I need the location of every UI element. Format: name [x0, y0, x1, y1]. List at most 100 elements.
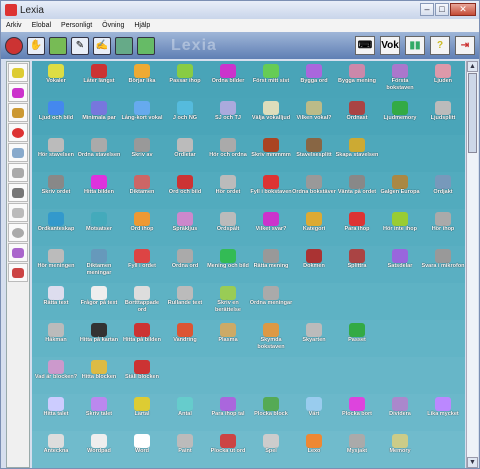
exercise-tile[interactable]: Bygga mening — [335, 64, 379, 85]
exercise-tile[interactable]: Plocka bort — [335, 397, 379, 418]
sidebar-item-matte[interactable] — [8, 243, 28, 262]
exercise-tile[interactable]: Skyarten — [292, 323, 336, 344]
exercise-tile[interactable]: Skriv talet — [77, 397, 121, 418]
exercise-tile[interactable]: Hitta på kartan — [77, 323, 121, 344]
exercise-tile[interactable]: Motsatser — [77, 212, 121, 233]
exercise-tile[interactable]: Skymda bokstaven — [249, 323, 293, 350]
exercise-tile[interactable]: Ordna stavelsen — [77, 138, 121, 159]
exercise-tile[interactable]: Vilket svar? — [249, 212, 293, 233]
exercise-tile[interactable]: Ljudsplitt — [421, 101, 465, 122]
minimize-button[interactable]: – — [420, 3, 434, 16]
chart-icon[interactable]: ▮▮ — [405, 36, 425, 55]
exercise-tile[interactable]: Skriv ordet — [34, 175, 78, 196]
sidebar-item-lasa[interactable] — [8, 143, 28, 162]
vok-icon[interactable]: Vok — [380, 36, 400, 55]
exercise-tile[interactable]: Diktamen meningar — [77, 249, 121, 276]
exercise-tile[interactable]: Svara i mikrofon — [421, 249, 465, 270]
exercise-tile[interactable]: Para ihop — [335, 212, 379, 233]
exercise-tile[interactable]: Hitta blocken — [77, 360, 121, 381]
exercise-tile[interactable]: Rätta mening — [249, 249, 293, 270]
maximize-button[interactable]: □ — [435, 3, 449, 16]
exercise-tile[interactable]: Låter längst — [77, 64, 121, 85]
exercise-tile[interactable]: Memory — [378, 434, 422, 455]
book-icon[interactable] — [115, 36, 133, 55]
sidebar-item-bok[interactable] — [8, 203, 28, 222]
exercise-tile[interactable]: Skriv en berättelse — [206, 286, 250, 313]
exercise-tile[interactable]: Minimala par — [77, 101, 121, 122]
exercise-tile[interactable]: Mysjakt — [335, 434, 379, 455]
exercise-tile[interactable]: Ordjakt — [421, 175, 465, 196]
scroll-thumb[interactable] — [468, 73, 477, 153]
exercise-tile[interactable]: Ordnast — [335, 101, 379, 122]
exercise-tile[interactable]: Välja vokalljud — [249, 101, 293, 122]
exercise-tile[interactable]: Ord och bild — [163, 175, 207, 196]
exercise-tile[interactable]: Ord ihop — [120, 212, 164, 233]
exercise-tile[interactable]: Skapa stavelsen — [335, 138, 379, 159]
exercise-tile[interactable]: Först mitt sist — [249, 64, 293, 85]
exercise-tile[interactable]: Ordna ord — [163, 249, 207, 270]
exercise-tile[interactable]: Plocka block — [249, 397, 293, 418]
exercise-tile[interactable]: Anteckna — [34, 434, 78, 455]
sidebar-item-ljud2[interactable] — [8, 83, 28, 102]
scroll-down-icon[interactable]: ▼ — [467, 457, 478, 468]
exercise-tile[interactable]: Värt — [292, 397, 336, 418]
exercise-tile[interactable]: Galgen Europa — [378, 175, 422, 196]
sidebar-item-text[interactable] — [8, 183, 28, 202]
exercise-tile[interactable]: Hitta bilden — [77, 175, 121, 196]
exercise-tile[interactable]: Lärtal — [120, 397, 164, 418]
exercise-tile[interactable]: Ljud och bild — [34, 101, 78, 122]
exercise-tile[interactable]: J och NG — [163, 101, 207, 122]
exercise-tile[interactable]: Fyll i bokstaven — [249, 175, 293, 196]
menu-elobal[interactable]: Elobal — [32, 22, 51, 29]
exercise-tile[interactable]: Dividera — [378, 397, 422, 418]
exercise-tile[interactable]: Första bokstaven — [378, 64, 422, 91]
exercise-tile[interactable]: Lexo — [292, 434, 336, 455]
exercise-tile[interactable]: Hör ordet — [206, 175, 250, 196]
menu-personligt[interactable]: Personligt — [61, 22, 92, 29]
exercise-tile[interactable]: Antal — [163, 397, 207, 418]
exercise-tile[interactable]: Ordspålt — [206, 212, 250, 233]
exercise-tile[interactable]: Vänta på ordet — [335, 175, 379, 196]
scroll-up-icon[interactable]: ▲ — [467, 61, 478, 72]
exercise-tile[interactable]: SJ och TJ — [206, 101, 250, 122]
exercise-tile[interactable]: Ordna meningar — [249, 286, 293, 307]
exercise-tile[interactable]: Mening och bild — [206, 249, 250, 270]
exercise-tile[interactable]: Plocka ut ord — [206, 434, 250, 455]
vertical-scrollbar[interactable]: ▲ ▼ — [466, 61, 478, 468]
books-icon[interactable] — [137, 36, 155, 55]
exercise-tile[interactable]: Ordna bilder — [206, 64, 250, 85]
record-icon[interactable] — [5, 36, 23, 55]
close-button[interactable]: ✕ — [450, 3, 476, 16]
exercise-tile[interactable]: Dokmen — [292, 249, 336, 270]
exercise-tile[interactable]: Lika mycket — [421, 397, 465, 418]
exercise-tile[interactable]: Splittra — [335, 249, 379, 270]
exercise-tile[interactable]: Skriv av — [120, 138, 164, 159]
sidebar-item-skriva[interactable] — [8, 163, 28, 182]
exercise-tile[interactable]: Wordpad — [77, 434, 121, 455]
exercise-tile[interactable]: Börjar lika — [120, 64, 164, 85]
exercise-tile[interactable]: Ljudmemory — [378, 101, 422, 122]
sidebar-item-tid[interactable] — [8, 223, 28, 242]
exercise-tile[interactable]: Diktamen — [120, 175, 164, 196]
pen-icon[interactable]: ✎ — [71, 36, 89, 55]
exercise-tile[interactable]: Spel — [249, 434, 293, 455]
edit-icon[interactable]: ✍ — [93, 36, 111, 55]
exercise-tile[interactable]: Hör ihop — [421, 212, 465, 233]
exercise-tile[interactable]: Bygga ord — [292, 64, 336, 85]
exercise-tile[interactable]: Frågor på text — [77, 286, 121, 307]
exercise-tile[interactable]: Hör inte ihop — [378, 212, 422, 233]
exercise-tile[interactable]: Bortttappade ord — [120, 286, 164, 313]
exercise-tile[interactable]: Hör och ordna — [206, 138, 250, 159]
sidebar-item-bokstaver[interactable] — [8, 103, 28, 122]
exercise-tile[interactable]: Fyll i ordet — [120, 249, 164, 270]
keyboard-icon[interactable]: ⌨ — [355, 36, 375, 55]
exercise-tile[interactable]: Ljuden — [421, 64, 465, 85]
exercise-tile[interactable]: Vokaler — [34, 64, 78, 85]
exercise-tile[interactable]: Rullande text — [163, 286, 207, 307]
exercise-tile[interactable]: Vad är blocken? — [34, 360, 78, 381]
exercise-tile[interactable]: Ordna bokstäver — [292, 175, 336, 196]
exercise-tile[interactable]: Skriv mmmmm — [249, 138, 293, 159]
exercise-tile[interactable]: Paint — [163, 434, 207, 455]
exercise-tile[interactable]: Lång-kort vokal — [120, 101, 164, 122]
exercise-tile[interactable]: Para ihop tal — [206, 397, 250, 418]
